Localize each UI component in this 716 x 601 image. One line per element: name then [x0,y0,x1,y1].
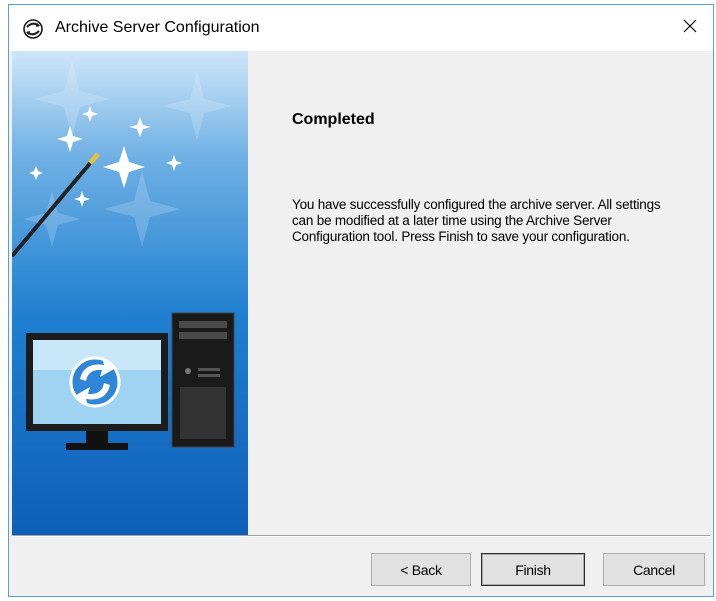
footer-divider [12,535,710,537]
title-bar[interactable]: Archive Server Configuration [9,5,713,51]
back-button[interactable]: < Back [371,553,471,586]
archive-server-configuration-dialog: Archive Server Configuration Completed Y… [8,4,714,597]
finish-button[interactable]: Finish [481,553,585,586]
archive-server-icon [22,18,44,40]
window-title: Archive Server Configuration [55,19,260,36]
close-button[interactable] [667,5,713,51]
computer-sync-icon [26,312,235,450]
close-icon [683,19,697,38]
content-panel: Completed You have successfully configur… [248,51,713,535]
cancel-button[interactable]: Cancel [603,553,705,586]
completion-message: You have successfully configured the arc… [292,197,661,244]
wizard-banner [12,51,248,535]
magic-wand-icon [12,106,182,258]
page-heading: Completed [292,111,375,128]
